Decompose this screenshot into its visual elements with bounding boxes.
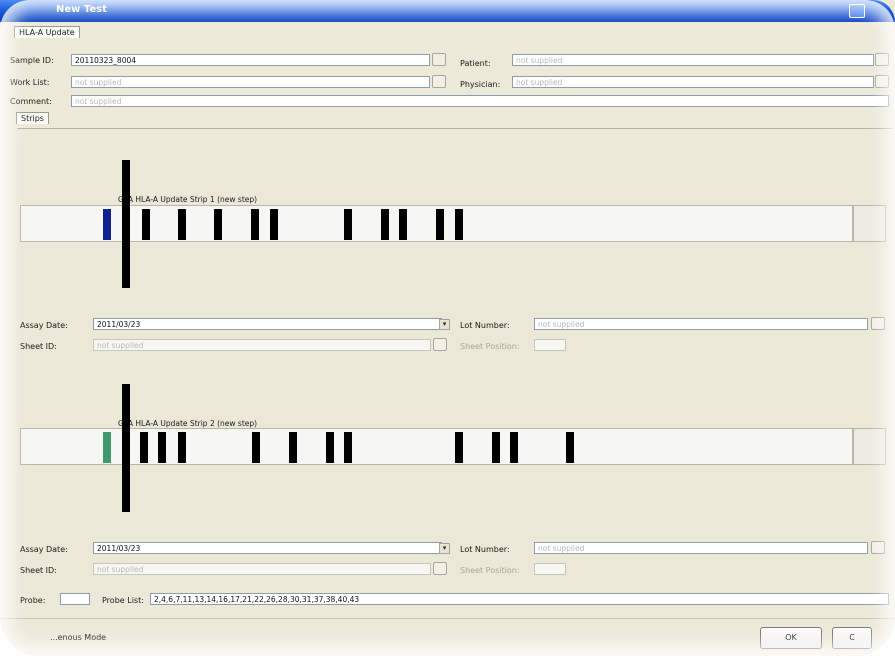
strip-2-band xyxy=(326,432,334,463)
patient-field[interactable]: not supplied xyxy=(512,54,874,66)
tab-divider xyxy=(17,128,893,129)
strip-2-band xyxy=(455,432,463,463)
strip-1-sheet-browse-button[interactable] xyxy=(433,338,447,351)
window-title: New Test xyxy=(56,4,107,15)
strip-1-sheet-id-label: Sheet ID: xyxy=(20,342,57,351)
strip-1-position-marker[interactable] xyxy=(122,160,130,288)
strip-2-title: GPA HLA-A Update Strip 2 (new step) xyxy=(118,419,258,428)
comment-label: Comment: xyxy=(10,97,52,106)
strip-1-band xyxy=(344,209,352,240)
strip-2-assay-date-field[interactable]: 2011/03/23 xyxy=(93,542,442,554)
close-window-button[interactable] xyxy=(849,4,865,18)
cancel-button[interactable]: C xyxy=(832,627,872,649)
strip-2-band xyxy=(140,432,148,463)
strip-2-band xyxy=(566,432,574,463)
worklist-browse-button[interactable] xyxy=(432,75,446,88)
strip-1-band xyxy=(214,209,222,240)
probe-list-field[interactable]: 2,4,6,7,11,13,14,16,17,21,22,26,28,30,31… xyxy=(150,593,889,605)
strip-1-end-button[interactable] xyxy=(853,205,886,242)
comment-field[interactable]: not supplied xyxy=(71,95,889,107)
physician-browse-button[interactable] xyxy=(875,75,889,88)
sample-id-field[interactable]: 20110323_8004 xyxy=(71,54,430,66)
tab-hla-a-update[interactable]: HLA-A Update xyxy=(14,26,80,38)
ok-button[interactable]: OK xyxy=(760,627,822,649)
strip-2-band xyxy=(178,432,186,463)
strip-1-band xyxy=(381,209,389,240)
strip-2-band xyxy=(492,432,500,463)
strip-1-band xyxy=(455,209,463,240)
strip-1-assay-date-field[interactable]: 2011/03/23 xyxy=(93,318,442,330)
probe-label: Probe: xyxy=(20,596,46,605)
strip-2-band xyxy=(289,432,297,463)
strip-1-band xyxy=(178,209,186,240)
strip-1-sheet-position-field[interactable] xyxy=(534,339,566,351)
strip-1-lot-browse-button[interactable] xyxy=(871,317,885,330)
strip-2-lot-number-field[interactable]: not supplied xyxy=(534,542,868,554)
patient-browse-button[interactable] xyxy=(875,53,889,66)
strip-1-band xyxy=(399,209,407,240)
worklist-label: Work List: xyxy=(10,78,50,87)
probe-field[interactable] xyxy=(60,593,90,605)
strip-1-lot-number-field[interactable]: not supplied xyxy=(534,318,868,330)
strip-2-sheet-position-field[interactable] xyxy=(534,563,566,575)
strip-2-band xyxy=(510,432,518,463)
tab-strips[interactable]: Strips xyxy=(16,112,49,124)
strip-1-reference-band xyxy=(103,209,111,240)
strip-1-sheet-position-label: Sheet Position: xyxy=(460,342,520,351)
strip-2-sheet-id-label: Sheet ID: xyxy=(20,566,57,575)
sample-id-label: Sample ID: xyxy=(10,56,54,65)
strip-2-assay-date-label: Assay Date: xyxy=(20,545,68,554)
mode-label: ...enous Mode xyxy=(50,633,107,642)
strip-2-position-marker[interactable] xyxy=(122,384,130,512)
physician-label: Physician: xyxy=(460,80,501,89)
strip-1-title: GPA HLA-A Update Strip 1 (new step) xyxy=(118,195,258,204)
strip-1-band xyxy=(270,209,278,240)
title-bar: New Test xyxy=(0,0,895,22)
strip-1-band xyxy=(436,209,444,240)
patient-label: Patient: xyxy=(460,59,491,68)
footer-bar: ...enous Mode OK C xyxy=(0,618,895,656)
strip-2-lot-number-label: Lot Number: xyxy=(460,545,510,554)
strip-2-reference-band xyxy=(103,432,111,463)
physician-field[interactable]: not supplied xyxy=(512,76,874,88)
strip-1-sheet-id-field[interactable]: not supplied xyxy=(93,339,431,351)
strip-2-sheet-position-label: Sheet Position: xyxy=(460,566,520,575)
strip-2-lot-browse-button[interactable] xyxy=(871,541,885,554)
new-test-window: New Test HLA-A Update Sample ID: 2011032… xyxy=(0,0,895,656)
worklist-field[interactable]: not supplied xyxy=(71,76,430,88)
strip-1-band xyxy=(142,209,150,240)
strip-2-date-dropdown-icon[interactable]: ▾ xyxy=(439,543,450,554)
strip-2-band xyxy=(344,432,352,463)
strip-2-sheet-id-field[interactable]: not supplied xyxy=(93,563,431,575)
strip-2-sheet-browse-button[interactable] xyxy=(433,562,447,575)
strip-2-band xyxy=(158,432,166,463)
strip-1-band xyxy=(251,209,259,240)
strip-1-date-dropdown-icon[interactable]: ▾ xyxy=(439,319,450,330)
strip-1-assay-date-label: Assay Date: xyxy=(20,321,68,330)
probe-list-label: Probe List: xyxy=(102,596,144,605)
strip-2-end-button[interactable] xyxy=(853,428,886,465)
strip-1-lot-number-label: Lot Number: xyxy=(460,321,510,330)
sample-id-browse-button[interactable] xyxy=(432,53,446,66)
strip-2-band xyxy=(252,432,260,463)
